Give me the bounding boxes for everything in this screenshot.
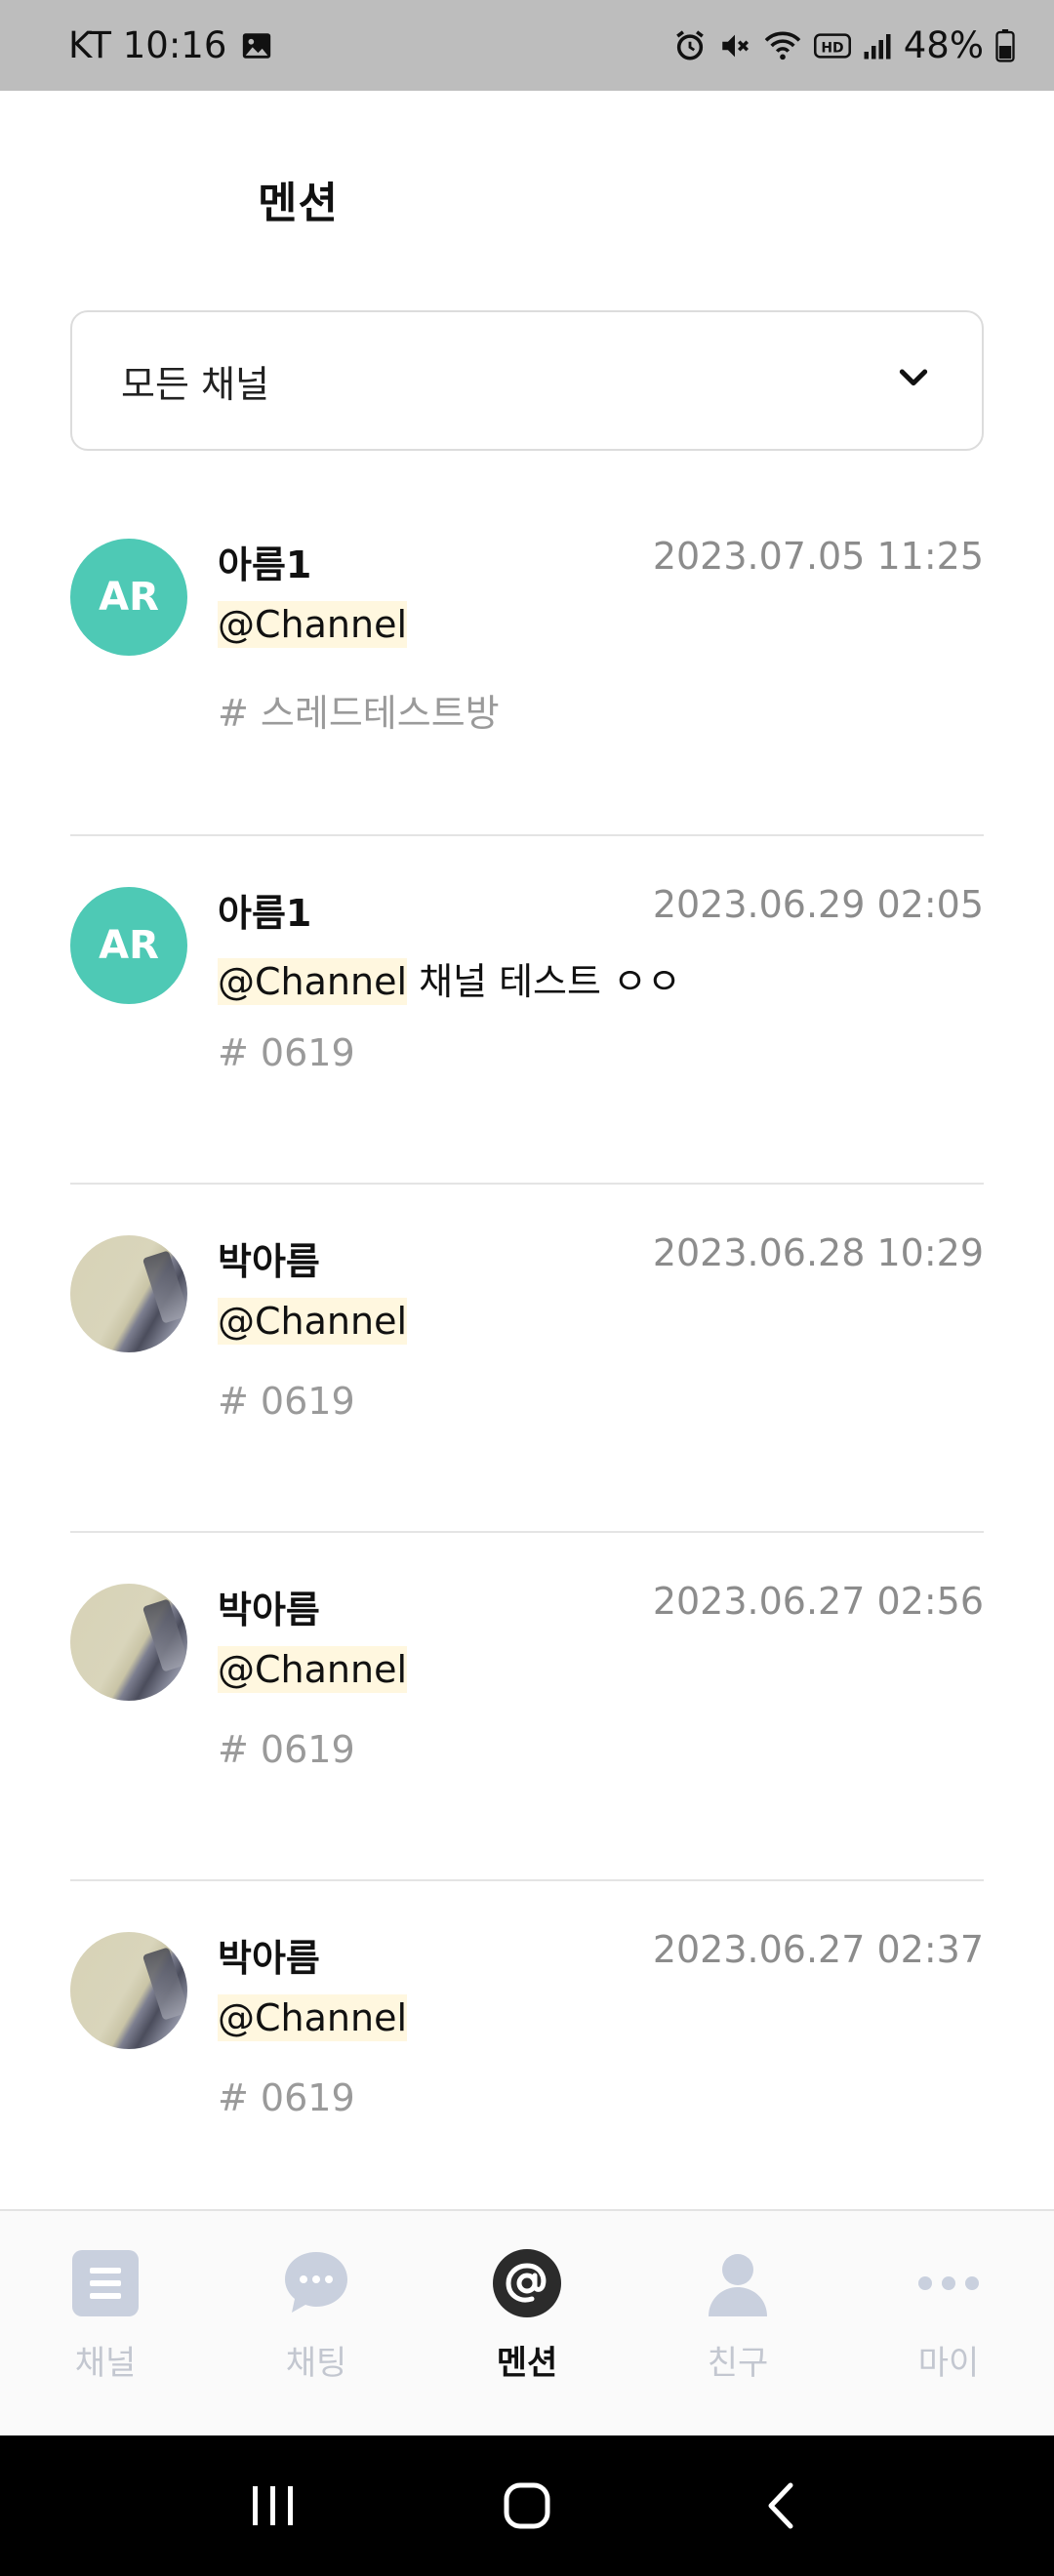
chevron-down-icon [894,357,933,405]
battery-icon [995,28,1015,62]
mention-item[interactable]: 박아름 2023.06.28 10:29 @Channel # 0619 [70,1185,984,1533]
channel-name: # 스레드테스트방 [218,692,500,735]
hd-icon: HD [813,31,851,60]
nav-label: 멘션 [496,2344,558,2383]
message-text: 채널 테스트 ㅇㅇ [407,960,681,1003]
mention-item[interactable]: 박아름 2023.06.27 02:37 @Channel # 0619 [70,1881,984,2230]
sender-name: 박아름 [218,1240,320,1283]
status-left: KT 10:16 [68,24,273,66]
avatar[interactable]: AR [70,539,187,656]
sender-name: 아름1 [218,892,312,935]
person-icon [703,2248,773,2318]
mention-timestamp: 2023.07.05 11:25 [652,535,984,578]
mention-tag: @Channel [218,1646,408,1693]
mention-tag: @Channel [218,601,408,648]
channel-filter-value: 모든 채널 [121,362,269,406]
channel-name: # 0619 [218,2076,355,2119]
nav-label: 마이 [917,2344,980,2383]
nav-tab-chat[interactable]: 채팅 [211,2211,422,2435]
page-title: 멘션 [258,179,339,228]
avatar[interactable] [70,1584,187,1701]
nav-label: 채팅 [285,2344,347,2383]
bottom-nav: 채널 채팅 멘션 친구 마이 [0,2209,1054,2435]
more-dots-icon [913,2248,984,2318]
mention-item[interactable]: 박아름 2023.06.27 02:56 @Channel # 0619 [70,1533,984,1881]
channel-name: # 0619 [218,1380,355,1423]
mention-message: @Channel [218,1298,408,1345]
chat-bubble-icon [281,2248,351,2318]
at-sign-icon [492,2248,562,2318]
mention-tag: @Channel [218,958,408,1005]
home-button[interactable] [478,2457,576,2555]
status-right: HD 48% [673,24,1015,66]
mention-message: @Channel [218,1646,408,1693]
image-icon [240,29,273,62]
nav-tab-my[interactable]: 마이 [843,2211,1054,2435]
sender-name: 아름1 [218,543,312,586]
nav-label: 친구 [707,2344,769,2383]
avatar[interactable] [70,1932,187,2049]
carrier-time: KT 10:16 [68,24,227,66]
alarm-icon [673,29,707,62]
nav-label: 채널 [74,2344,137,2383]
avatar[interactable] [70,1235,187,1352]
nav-tab-friends[interactable]: 친구 [632,2211,843,2435]
mention-tag: @Channel [218,1994,408,2041]
svg-text:HD: HD [821,40,843,56]
status-bar: KT 10:16 HD 48% [0,0,1054,91]
mute-icon [718,29,751,62]
mention-message: @Channel [218,1994,408,2041]
nav-tab-mention[interactable]: 멘션 [422,2211,632,2435]
system-nav-bar [0,2435,1054,2576]
mention-list: AR 아름1 2023.07.05 11:25 @Channel # 스레드테스… [70,488,984,2230]
mention-timestamp: 2023.06.29 02:05 [652,883,984,926]
recent-apps-button[interactable] [224,2457,322,2555]
mention-timestamp: 2023.06.27 02:56 [652,1580,984,1623]
sender-name: 박아름 [218,1589,320,1631]
mention-message: @Channel 채널 테스트 ㅇㅇ [218,951,681,1005]
channel-name: # 0619 [218,1031,355,1074]
battery-percent: 48% [903,24,984,66]
nav-tab-channel[interactable]: 채널 [0,2211,211,2435]
channel-list-icon [70,2248,141,2318]
channel-name: # 0619 [218,1728,355,1771]
mention-timestamp: 2023.06.28 10:29 [652,1231,984,1274]
mention-message: @Channel [218,601,408,648]
mention-item[interactable]: AR 아름1 2023.06.29 02:05 @Channel 채널 테스트 … [70,836,984,1185]
mention-item[interactable]: AR 아름1 2023.07.05 11:25 @Channel # 스레드테스… [70,488,984,836]
signal-icon [863,31,892,60]
sender-name: 박아름 [218,1937,320,1980]
mention-timestamp: 2023.06.27 02:37 [652,1928,984,1971]
wifi-icon [763,29,802,62]
channel-filter-dropdown[interactable]: 모든 채널 [70,310,984,451]
mention-tag: @Channel [218,1298,408,1345]
avatar[interactable]: AR [70,887,187,1004]
back-button[interactable] [732,2457,830,2555]
